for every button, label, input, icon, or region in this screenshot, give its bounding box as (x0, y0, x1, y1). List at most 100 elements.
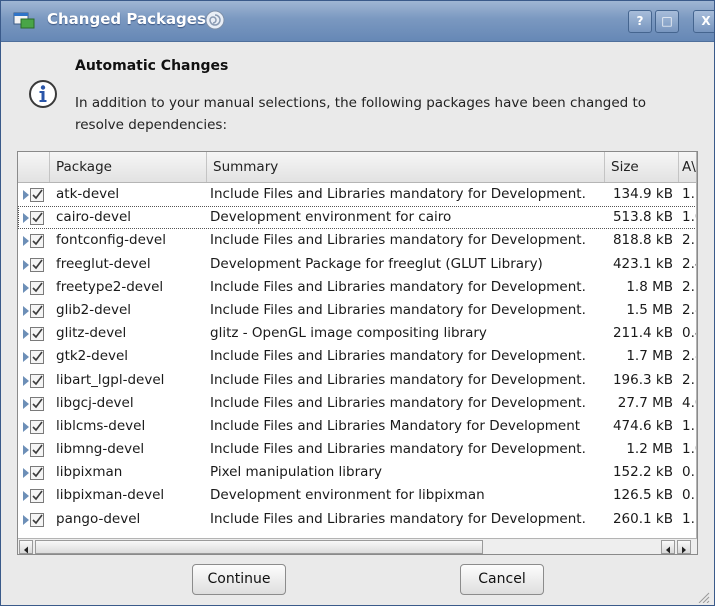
horizontal-scrollbar[interactable] (18, 538, 697, 554)
dialog-heading: Automatic Changes (75, 58, 229, 74)
table-row[interactable]: gtk2-devel Include Files and Libraries ma… (18, 345, 697, 368)
package-name: pango-devel (56, 510, 141, 527)
table-row[interactable]: libart_lgpl-devel Include Files and Libra… (18, 369, 697, 392)
package-summary: Development environment for libpixman (210, 487, 485, 504)
package-name: gtk2-devel (56, 348, 129, 365)
package-available-version: 2.1 (682, 278, 696, 295)
table-row[interactable]: fontconfig-devel Include Files and Librar… (18, 229, 697, 252)
checkbox-checked-icon[interactable] (30, 512, 44, 527)
table-row[interactable]: freeglut-devel Development Package for fr… (18, 253, 697, 276)
table-row[interactable]: cairo-devel Development environment for c… (18, 206, 697, 230)
row-status[interactable] (20, 484, 48, 507)
table-row[interactable]: libgcj-devel Include Files and Libraries … (18, 392, 697, 415)
table-row[interactable]: libmng-devel Include Files and Libraries … (18, 438, 697, 461)
spiral-badge-icon (205, 10, 225, 30)
package-available-version: 2.8 (682, 301, 696, 318)
scroll-left-arrow-icon[interactable] (661, 540, 675, 554)
checkbox-checked-icon[interactable] (30, 443, 44, 458)
package-name: liblcms-devel (56, 417, 146, 434)
package-size: 1.5 MB (626, 301, 673, 318)
expand-arrow-icon (23, 282, 29, 293)
packages-table[interactable]: Package Summary Size A\ atk-devel Include… (17, 151, 698, 555)
table-row[interactable]: pango-devel Include Files and Libraries m… (18, 508, 697, 531)
package-size: 134.9 kB (612, 186, 673, 202)
row-status[interactable] (20, 206, 48, 229)
package-summary: glitz - OpenGL image compositing library (210, 325, 487, 342)
scroll-right-arrow-icon[interactable] (677, 540, 691, 554)
table-row[interactable]: glitz-devel glitz - OpenGL image composit… (18, 322, 697, 345)
package-name: fontconfig-devel (56, 232, 166, 249)
checkbox-checked-icon[interactable] (30, 489, 44, 504)
row-status[interactable] (20, 345, 48, 368)
row-status[interactable] (20, 508, 48, 531)
horizontal-scroll-thumb[interactable] (35, 540, 483, 554)
package-summary: Include Files and Libraries mandatory fo… (210, 441, 586, 458)
row-status[interactable] (20, 253, 48, 276)
checkbox-checked-icon[interactable] (30, 211, 44, 226)
column-header-size[interactable]: Size (605, 152, 679, 182)
package-size: 260.1 kB (612, 510, 673, 527)
resize-grip-icon[interactable] (696, 591, 710, 603)
package-size: 513.8 kB (612, 209, 673, 226)
checkbox-checked-icon[interactable] (30, 280, 44, 295)
scroll-left-arrow-icon[interactable] (19, 540, 33, 554)
package-size: 152.2 kB (612, 464, 673, 481)
expand-arrow-icon (23, 305, 29, 316)
row-status[interactable] (20, 229, 48, 252)
table-row[interactable]: glib2-devel Include Files and Libraries m… (18, 299, 697, 322)
column-header-check[interactable] (18, 152, 50, 182)
package-name: glib2-devel (56, 301, 132, 318)
package-name: libpixman (56, 464, 123, 481)
expand-arrow-icon (23, 445, 29, 456)
continue-button[interactable]: Continue (192, 564, 286, 595)
package-name: libmng-devel (56, 441, 145, 458)
column-header-package[interactable]: Package (50, 152, 207, 182)
column-header-summary[interactable]: Summary (207, 152, 605, 182)
vertical-scrollbar[interactable] (696, 152, 697, 538)
package-available-version: 0.4 (682, 325, 696, 342)
row-status[interactable] (20, 299, 48, 322)
checkbox-checked-icon[interactable] (30, 396, 44, 411)
table-row[interactable]: atk-devel Include Files and Libraries man… (18, 183, 697, 206)
row-status[interactable] (20, 322, 48, 345)
row-status[interactable] (20, 276, 48, 299)
package-available-version: 0.1 (682, 464, 696, 481)
row-status[interactable] (20, 461, 48, 484)
checkbox-checked-icon[interactable] (30, 327, 44, 342)
expand-arrow-icon (23, 259, 29, 270)
table-row[interactable]: liblcms-devel Include Files and Libraries… (18, 415, 697, 438)
close-button[interactable]: X (693, 10, 714, 33)
column-header-available[interactable]: A\ (679, 152, 697, 182)
row-status[interactable] (20, 415, 48, 438)
checkbox-checked-icon[interactable] (30, 234, 44, 249)
row-status[interactable] (20, 183, 48, 206)
table-row[interactable]: libpixman Pixel manipulation library 152.2… (18, 461, 697, 484)
expand-arrow-icon (23, 213, 29, 224)
checkbox-checked-icon[interactable] (30, 303, 44, 318)
cancel-button[interactable]: Cancel (460, 564, 544, 595)
expand-arrow-icon (23, 236, 29, 247)
package-size: 1.7 MB (626, 348, 673, 365)
checkbox-checked-icon[interactable] (30, 350, 44, 365)
help-button[interactable]: ? (628, 10, 652, 33)
package-available-version: 0. (682, 487, 695, 504)
expand-arrow-icon (23, 421, 29, 432)
checkbox-checked-icon[interactable] (30, 188, 44, 202)
maximize-button[interactable]: □ (655, 10, 679, 33)
row-status[interactable] (20, 392, 48, 415)
package-size: 1.2 MB (626, 441, 673, 458)
table-row[interactable]: freetype2-devel Include Files and Librari… (18, 276, 697, 299)
title-bar[interactable]: Changed Packages ? □ X (1, 1, 714, 42)
table-row[interactable]: libpixman-devel Development environment f… (18, 484, 697, 507)
row-status[interactable] (20, 438, 48, 461)
package-size: 818.8 kB (612, 232, 673, 249)
package-size: 1.8 MB (626, 278, 673, 295)
row-status[interactable] (20, 369, 48, 392)
package-available-version: 2.4 (682, 255, 696, 272)
package-name: libpixman-devel (56, 487, 165, 504)
checkbox-checked-icon[interactable] (30, 466, 44, 481)
checkbox-checked-icon[interactable] (30, 419, 44, 434)
checkbox-checked-icon[interactable] (30, 257, 44, 272)
checkbox-checked-icon[interactable] (30, 373, 44, 388)
package-summary: Development Package for freeglut (GLUT L… (210, 255, 543, 272)
